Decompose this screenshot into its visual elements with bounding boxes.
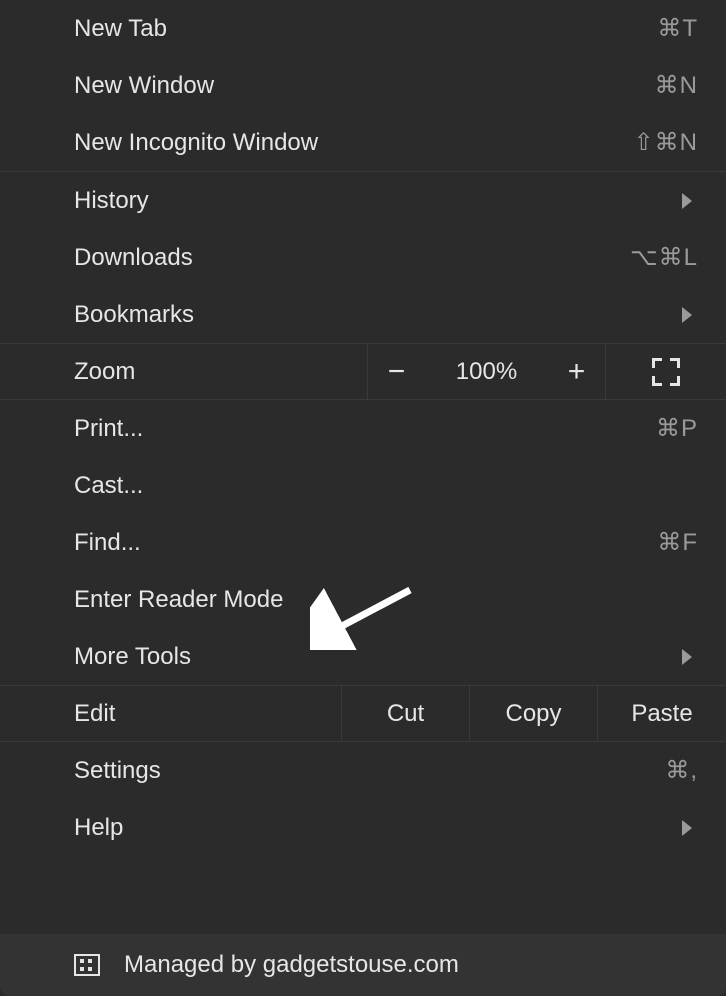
chrome-main-menu: New Tab ⌘T New Window ⌘N New Incognito W…	[0, 0, 726, 996]
edit-btn-label: Paste	[631, 700, 692, 728]
menu-item-new-window[interactable]: New Window ⌘N	[0, 57, 726, 114]
menu-item-help[interactable]: Help	[0, 799, 726, 856]
fullscreen-button[interactable]	[606, 344, 726, 399]
menu-label: Settings	[74, 757, 161, 785]
menu-item-edit: Edit Cut Copy Paste	[0, 685, 726, 742]
edit-cut-button[interactable]: Cut	[342, 686, 470, 741]
menu-shortcut: ⌘,	[665, 756, 698, 785]
menu-item-reader-mode[interactable]: Enter Reader Mode	[0, 571, 726, 628]
menu-item-cast[interactable]: Cast...	[0, 457, 726, 514]
menu-label: New Window	[74, 72, 214, 100]
menu-item-bookmarks[interactable]: Bookmarks	[0, 286, 726, 343]
submenu-arrow-icon	[682, 193, 692, 209]
managed-text: Managed by gadgetstouse.com	[124, 951, 459, 979]
menu-label: Print...	[74, 415, 143, 443]
edit-btn-label: Cut	[387, 700, 424, 728]
zoom-in-button[interactable]: +	[557, 355, 597, 389]
fullscreen-icon	[652, 358, 680, 386]
zoom-label-cell: Zoom	[0, 344, 368, 399]
menu-label: Cast...	[74, 472, 143, 500]
zoom-value: 100%	[447, 358, 527, 386]
managed-footer: Managed by gadgetstouse.com	[0, 934, 726, 996]
menu-item-history[interactable]: History	[0, 172, 726, 229]
menu-shortcut: ⌘F	[657, 528, 698, 557]
submenu-arrow-icon	[682, 307, 692, 323]
menu-label: Bookmarks	[74, 301, 194, 329]
menu-item-print[interactable]: Print... ⌘P	[0, 400, 726, 457]
submenu-arrow-icon	[682, 820, 692, 836]
menu-label: Zoom	[74, 358, 135, 386]
menu-label: New Tab	[74, 15, 167, 43]
organization-icon	[74, 954, 100, 976]
menu-label: More Tools	[74, 643, 191, 671]
menu-label: History	[74, 187, 149, 215]
submenu-arrow-icon	[682, 649, 692, 665]
menu-shortcut: ⌘T	[657, 14, 698, 43]
menu-label: Find...	[74, 529, 141, 557]
edit-label-cell: Edit	[0, 686, 342, 741]
menu-label: Help	[74, 814, 123, 842]
menu-shortcut: ⌘N	[655, 71, 698, 100]
edit-copy-button[interactable]: Copy	[470, 686, 598, 741]
menu-label: Downloads	[74, 244, 193, 272]
menu-shortcut: ⌥⌘L	[630, 243, 698, 272]
menu-shortcut: ⌘P	[656, 414, 698, 443]
menu-item-new-incognito[interactable]: New Incognito Window ⇧⌘N	[0, 114, 726, 171]
menu-item-more-tools[interactable]: More Tools	[0, 628, 726, 685]
menu-item-new-tab[interactable]: New Tab ⌘T	[0, 0, 726, 57]
menu-item-zoom: Zoom − 100% +	[0, 343, 726, 400]
menu-label: New Incognito Window	[74, 129, 318, 157]
menu-item-downloads[interactable]: Downloads ⌥⌘L	[0, 229, 726, 286]
zoom-controls: − 100% +	[368, 344, 606, 399]
zoom-out-button[interactable]: −	[377, 355, 417, 389]
edit-btn-label: Copy	[505, 700, 561, 728]
edit-paste-button[interactable]: Paste	[598, 686, 726, 741]
menu-item-settings[interactable]: Settings ⌘,	[0, 742, 726, 799]
menu-label: Edit	[74, 700, 115, 728]
menu-item-find[interactable]: Find... ⌘F	[0, 514, 726, 571]
menu-label: Enter Reader Mode	[74, 586, 283, 614]
menu-shortcut: ⇧⌘N	[634, 128, 698, 157]
